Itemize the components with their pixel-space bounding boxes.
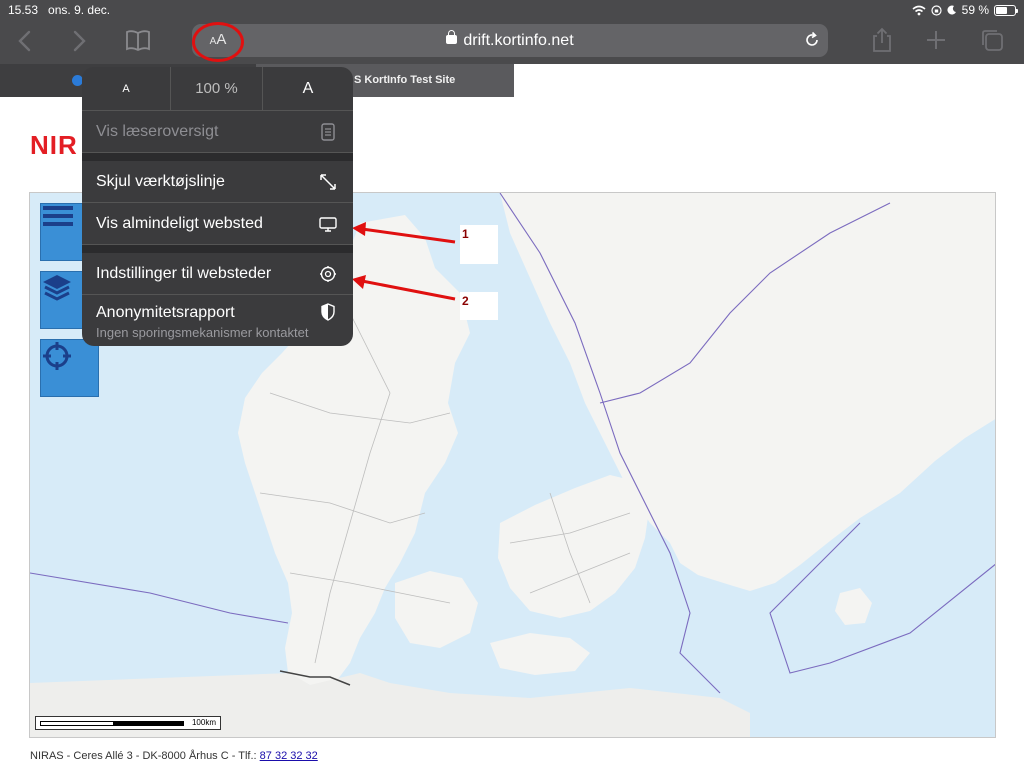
orientation-lock-icon — [931, 4, 942, 16]
status-bar: 15.53 ons. 9. dec. 59 % — [0, 0, 1024, 20]
battery-icon — [994, 4, 1018, 16]
share-icon[interactable] — [866, 24, 898, 56]
status-right: 59 % — [912, 3, 1018, 17]
address-bar[interactable]: drift.kortinfo.net — [192, 24, 828, 57]
menu-hide-toolbar[interactable]: Skjul værktøjslinje — [82, 161, 353, 203]
land-lolland — [490, 633, 590, 675]
scale-segment-1 — [40, 721, 114, 726]
menu-icon — [43, 206, 73, 226]
reader-popover: A 100 % A Vis læseroversigt Skjul værktø… — [82, 67, 353, 346]
scale-bar: 100km — [35, 716, 221, 730]
lock-icon — [446, 30, 458, 44]
desktop-icon — [319, 215, 337, 233]
back-icon[interactable] — [10, 25, 42, 57]
menu-separator — [82, 153, 353, 161]
land-funen — [395, 571, 478, 648]
menu-reader-view[interactable]: Vis læseroversigt — [82, 111, 353, 153]
zoom-level[interactable]: 100 % — [171, 67, 263, 111]
menu-website-settings[interactable]: Indstillinger til websteder — [82, 253, 353, 295]
footer: NIRAS - Ceres Allé 3 - DK-8000 Århus C -… — [30, 750, 318, 762]
scale-label: 100km — [191, 718, 216, 727]
menu-privacy-report[interactable]: Anonymitetsrapport Ingen sporingsmekanis… — [82, 295, 353, 346]
screen: 15.53 ons. 9. dec. 59 % drift.kortinfo.n… — [0, 0, 1024, 768]
status-date: ons. 9. dec. — [48, 3, 111, 17]
tabs-overview-icon[interactable] — [976, 24, 1008, 56]
zoom-row: A 100 % A — [82, 67, 353, 111]
privacy-report-subtitle: Ingen sporingsmekanismer kontaktet — [96, 325, 309, 340]
annotation-1: 1 — [460, 225, 498, 264]
battery-fill — [996, 6, 1007, 14]
wifi-icon — [912, 5, 926, 15]
layers-icon — [43, 275, 71, 301]
decrease-text-button[interactable]: A — [82, 67, 171, 111]
menu-desktop-site[interactable]: Vis almindeligt websted — [82, 203, 353, 245]
shield-icon — [319, 303, 337, 321]
gear-icon — [319, 265, 337, 283]
land-zealand — [498, 475, 650, 618]
highlight-circle — [192, 22, 244, 62]
moon-icon — [947, 5, 956, 15]
bookmarks-icon[interactable] — [122, 24, 154, 56]
new-tab-icon[interactable] — [920, 24, 952, 56]
footer-text: NIRAS - Ceres Allé 3 - DK-8000 Århus C -… — [30, 750, 260, 762]
reload-icon[interactable] — [802, 30, 822, 50]
battery-percent: 59 % — [961, 3, 989, 17]
footer-phone-link[interactable]: 87 32 32 32 — [260, 750, 318, 762]
locate-button[interactable] — [40, 339, 99, 397]
annotation-2: 2 — [460, 292, 498, 320]
resize-icon — [319, 173, 337, 191]
niras-logo: NIR — [30, 130, 78, 160]
land-bornholm — [835, 588, 872, 625]
increase-text-button[interactable]: A — [263, 67, 353, 111]
crosshair-icon — [43, 342, 71, 370]
reader-icon — [319, 123, 337, 141]
url-text: drift.kortinfo.net — [192, 30, 828, 50]
forward-icon[interactable] — [62, 25, 94, 57]
scale-segment-2 — [114, 721, 184, 726]
menu-separator — [82, 245, 353, 253]
status-time: 15.53 ons. 9. dec. — [8, 3, 111, 17]
